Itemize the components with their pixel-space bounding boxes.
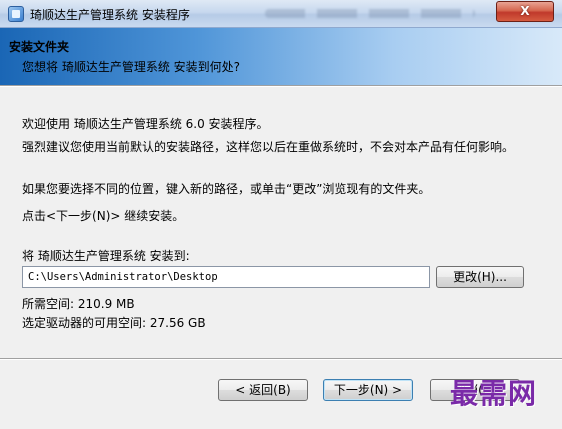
- click-next-text: 点击<下一步(N)> 继续安装。: [22, 209, 185, 223]
- space-available-text: 选定驱动器的可用空间: 27.56 GB: [22, 316, 206, 330]
- header-divider: [0, 86, 562, 87]
- page-subtitle: 您想将 琦顺达生产管理系统 安装到何处?: [22, 60, 240, 74]
- space-required-text: 所需空间: 210.9 MB: [22, 297, 135, 311]
- installer-app-icon: [8, 6, 24, 22]
- window-title: 琦顺达生产管理系统 安装程序: [30, 8, 190, 22]
- next-button[interactable]: 下一步(N) >: [323, 379, 413, 401]
- page-title: 安装文件夹: [9, 40, 70, 54]
- choose-other-text: 如果您要选择不同的位置，键入新的路径，或单击“更改”浏览现有的文件夹。: [22, 182, 431, 196]
- welcome-text: 欢迎使用 琦顺达生产管理系统 6.0 安装程序。: [22, 117, 269, 131]
- browse-button[interactable]: 更改(H)...: [436, 266, 524, 288]
- close-button[interactable]: X: [496, 1, 554, 22]
- footer-divider-highlight: [0, 359, 562, 360]
- install-path-input[interactable]: C:\Users\Administrator\Desktop: [22, 266, 430, 288]
- recommend-text: 强烈建议您使用当前默认的安装路径，这样您以后在重做系统时，不会对本产品有任何影响…: [22, 140, 515, 154]
- wizard-header: 安装文件夹 您想将 琦顺达生产管理系统 安装到何处?: [0, 28, 562, 86]
- blurred-background-title: [265, 9, 475, 18]
- title-bar[interactable]: 琦顺达生产管理系统 安装程序 X: [0, 0, 562, 28]
- back-button[interactable]: < 返回(B): [218, 379, 308, 401]
- installer-window: 琦顺达生产管理系统 安装程序 X 安装文件夹 您想将 琦顺达生产管理系统 安装到…: [0, 0, 562, 429]
- watermark-logo: 最需网: [450, 377, 538, 410]
- install-to-label: 将 琦顺达生产管理系统 安装到:: [22, 249, 190, 263]
